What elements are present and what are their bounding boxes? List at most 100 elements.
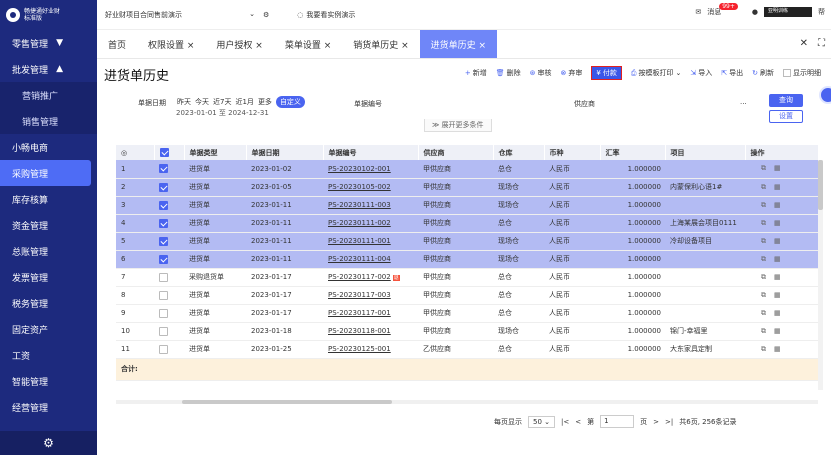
add-button[interactable]: + 新增 — [465, 68, 487, 78]
view-icon[interactable]: ⧉ — [761, 255, 766, 264]
cell-code[interactable]: PS-20230118-001 — [323, 322, 418, 341]
date-quick-option[interactable]: 昨天 — [177, 97, 191, 107]
app-logo[interactable]: 畅捷通好业财 标准版 — [0, 0, 97, 30]
sidebar-item[interactable]: 采购管理 — [0, 160, 91, 186]
sidebar-item[interactable]: 智能管理 — [0, 368, 97, 394]
row-checkbox-cell[interactable] — [154, 160, 184, 179]
cell-code[interactable]: PS-20230105-002 — [323, 178, 418, 197]
view-icon[interactable]: ⧉ — [761, 309, 766, 318]
row-checkbox-cell[interactable] — [154, 286, 184, 305]
view-icon[interactable]: ⧉ — [761, 201, 766, 210]
show-detail-toggle[interactable]: 显示明细 — [783, 68, 821, 78]
qrcode-icon[interactable]: ▦ — [774, 291, 781, 300]
row-checkbox[interactable] — [159, 200, 168, 210]
close-all-icon[interactable]: ✕ — [800, 38, 808, 49]
row-checkbox[interactable] — [159, 254, 168, 264]
sidebar-item[interactable]: 总账管理 — [0, 238, 97, 264]
cell-code[interactable]: PS-20230117-003 — [323, 286, 418, 305]
tab-item[interactable]: 进货单历史 × — [419, 30, 498, 58]
date-quick-option[interactable]: 近1月 — [235, 97, 253, 107]
document-code-link[interactable]: PS-20230117-001 — [328, 309, 391, 317]
table-row[interactable]: 6 进货单 2023-01-11 PS-20230111-004 甲供应商 现场仓 人民币 1… — [116, 250, 818, 269]
fullscreen-icon[interactable]: ⛶ — [818, 38, 825, 49]
document-code-link[interactable]: PS-20230111-003 — [328, 201, 391, 209]
cell-code[interactable]: PS-20230111-002 — [323, 214, 418, 233]
horizontal-scrollbar[interactable] — [116, 400, 818, 404]
row-checkbox-cell[interactable] — [154, 340, 184, 359]
cell-code[interactable]: PS-20230111-004 — [323, 250, 418, 269]
import-button[interactable]: ⇲ 导入 — [690, 68, 712, 78]
qrcode-icon[interactable]: ▦ — [774, 183, 781, 192]
user-avatar[interactable]: ● — [752, 8, 758, 16]
document-code-link[interactable]: PS-20230111-004 — [328, 255, 391, 263]
row-checkbox[interactable] — [159, 218, 168, 228]
demo-link[interactable]: ◌ 我要看实例演示 — [297, 10, 355, 20]
sidebar-item[interactable]: 营销推广 — [0, 82, 97, 108]
table-row[interactable]: 1 进货单 2023-01-02 PS-20230102-001 甲供应商 总仓 人民币 1.… — [116, 160, 818, 179]
column-settings-icon[interactable]: ◎ — [116, 145, 155, 160]
document-code-link[interactable]: PS-20230111-002 — [328, 219, 391, 227]
date-custom-option[interactable]: 自定义 — [275, 96, 305, 108]
message-icon[interactable]: ✉ — [695, 8, 701, 16]
sidebar-item[interactable]: 工资 — [0, 342, 97, 368]
qrcode-icon[interactable]: ▦ — [774, 164, 781, 173]
date-quick-option[interactable]: 近7天 — [213, 97, 231, 107]
row-checkbox-cell[interactable] — [154, 214, 184, 233]
table-row[interactable]: 7 采购退货单 2023-01-17 PS-20230117-002 退甲供应商 总仓 人民… — [116, 268, 818, 287]
row-checkbox[interactable] — [159, 290, 168, 300]
supplier-more-button[interactable]: ... — [740, 98, 747, 106]
help-link[interactable]: 帮 — [818, 7, 825, 17]
document-code-link[interactable]: PS-20230118-001 — [328, 327, 391, 335]
audit-button[interactable]: ⊛ 审核 — [530, 68, 552, 78]
expand-conditions-button[interactable]: ≫ 展开更多条件 — [424, 119, 492, 132]
project-settings-icon[interactable]: ⚙ — [263, 11, 269, 19]
abandon-button[interactable]: ⊗ 弃审 — [561, 68, 583, 78]
row-checkbox[interactable] — [159, 344, 168, 354]
cell-code[interactable]: PS-20230111-003 — [323, 196, 418, 215]
tab-item[interactable]: 权限设置 × — [137, 30, 205, 58]
first-page-icon[interactable]: |< — [561, 418, 569, 426]
date-range[interactable]: 2023-01-01 至 2024-12-31 — [176, 108, 269, 118]
view-icon[interactable]: ⧉ — [761, 327, 766, 336]
page-input[interactable]: 1 — [600, 415, 635, 428]
project-selector[interactable]: 好业财项目合同售前演示 ⌄ — [105, 10, 255, 20]
qrcode-icon[interactable]: ▦ — [774, 237, 781, 246]
select-all-checkbox[interactable] — [159, 148, 169, 157]
row-checkbox-cell[interactable] — [154, 268, 184, 287]
table-row[interactable]: 10 进货单 2023-01-18 PS-20230118-001 甲供应商 现场仓 人民币… — [116, 322, 818, 341]
refresh-button[interactable]: ↻ 刷新 — [752, 68, 774, 78]
sidebar-item[interactable]: 销售管理 — [0, 108, 97, 134]
qrcode-icon[interactable]: ▦ — [774, 219, 781, 228]
sidebar-item[interactable]: 税务管理 — [0, 290, 97, 316]
last-page-icon[interactable]: >| — [665, 418, 673, 426]
export-button[interactable]: ⇱ 导出 — [721, 68, 743, 78]
sidebar-item[interactable]: 小畅电商 — [0, 134, 97, 160]
sidebar-item[interactable]: 零售管理 ▼ — [0, 30, 97, 56]
sidebar-item[interactable]: 经营管理 — [0, 394, 97, 420]
table-row[interactable]: 8 进货单 2023-01-17 PS-20230117-003 甲供应商 总仓 人民币 1.… — [116, 286, 818, 305]
user-name[interactable]: 亚明训练 — [764, 7, 812, 17]
view-icon[interactable]: ⧉ — [761, 291, 766, 300]
delete-button[interactable]: 🗑 删除 — [496, 68, 521, 78]
settings-gear-icon[interactable]: ⚙ — [0, 431, 97, 455]
document-code-link[interactable]: PS-20230105-002 — [328, 183, 391, 191]
sidebar-item[interactable]: 批发管理 ▲ — [0, 56, 97, 82]
settings-button[interactable]: 设置 — [769, 110, 803, 123]
pay-button[interactable]: ¥ 付款 — [591, 66, 622, 80]
row-checkbox-cell[interactable] — [154, 250, 184, 269]
row-checkbox[interactable] — [159, 308, 168, 318]
document-code-link[interactable]: PS-20230117-002 — [328, 273, 391, 281]
table-row[interactable]: 2 进货单 2023-01-05 PS-20230105-002 甲供应商 现场仓 人民币 1… — [116, 178, 818, 197]
table-row[interactable]: 11 进货单 2023-01-25 PS-20230125-001 乙供应商 总仓 人民币 1… — [116, 340, 818, 359]
qrcode-icon[interactable]: ▦ — [774, 309, 781, 318]
view-icon[interactable]: ⧉ — [761, 237, 766, 246]
sidebar-item[interactable]: 库存核算 — [0, 186, 97, 212]
qrcode-icon[interactable]: ▦ — [774, 273, 781, 282]
date-quick-option[interactable]: 今天 — [195, 97, 209, 107]
row-checkbox-cell[interactable] — [154, 196, 184, 215]
row-checkbox[interactable] — [159, 164, 168, 174]
show-detail-checkbox[interactable] — [783, 69, 791, 77]
cell-code[interactable]: PS-20230111-001 — [323, 232, 418, 251]
qrcode-icon[interactable]: ▦ — [774, 201, 781, 210]
sidebar-item[interactable]: 资金管理 — [0, 212, 97, 238]
